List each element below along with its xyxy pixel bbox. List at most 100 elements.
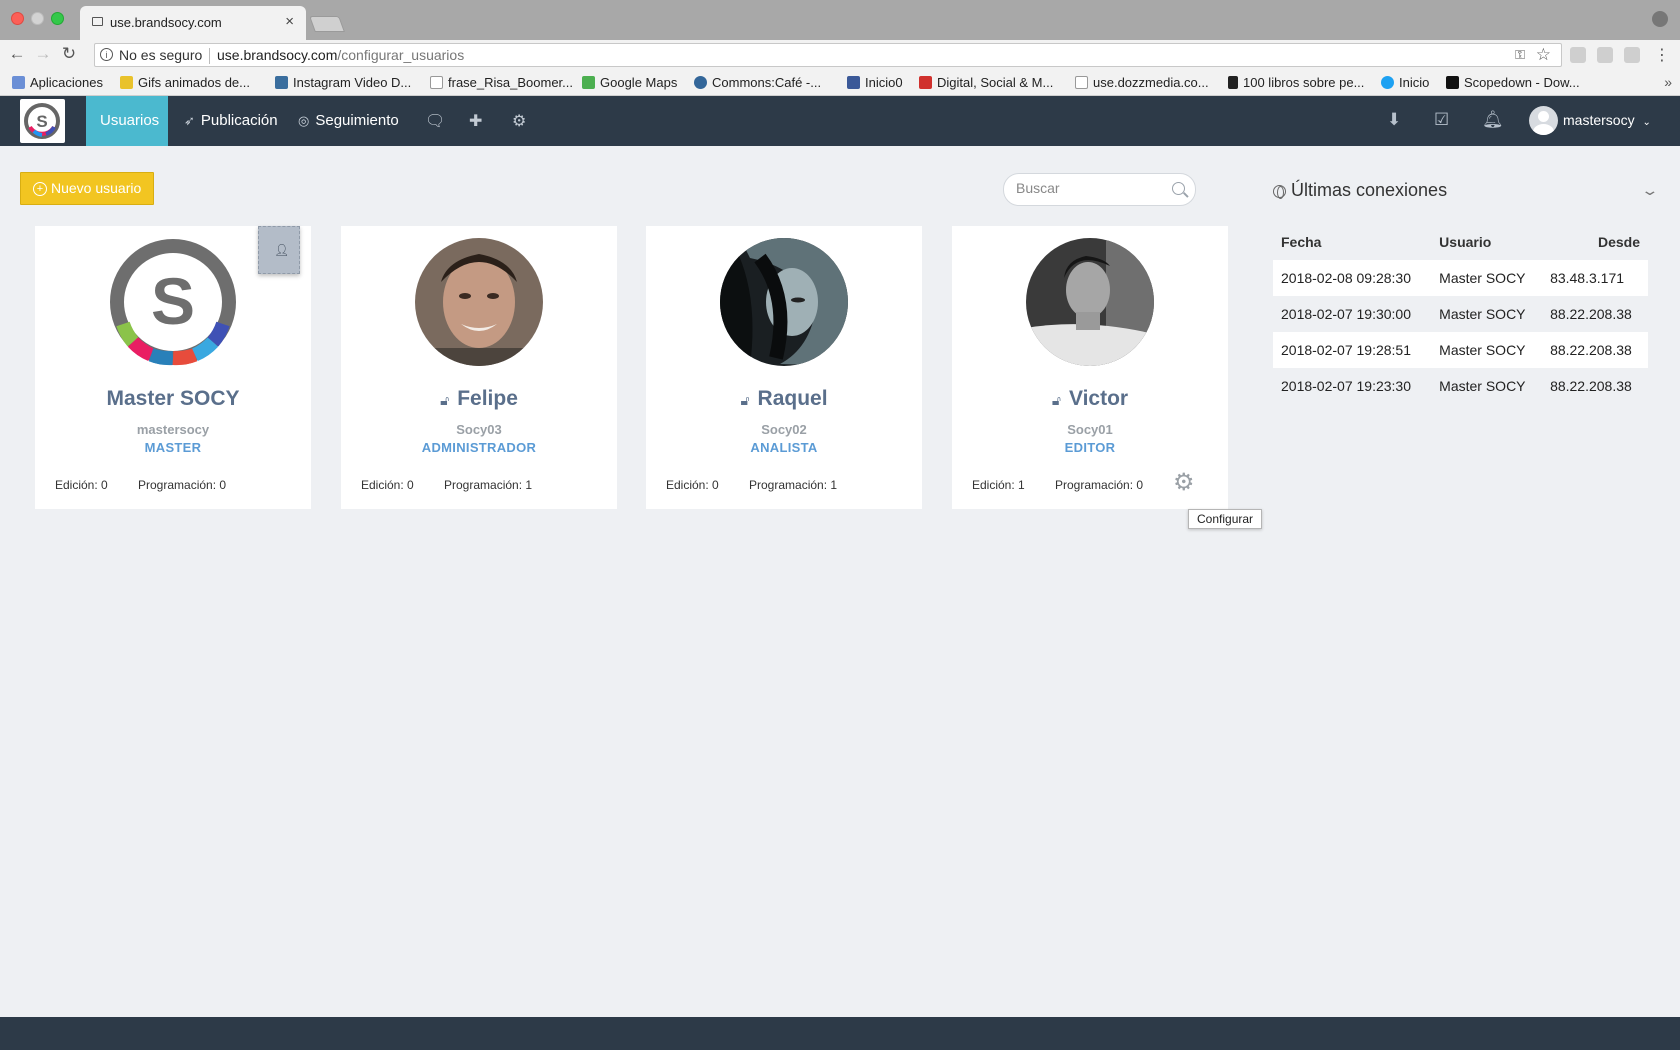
cell-desde: 88.22.208.38 <box>1542 296 1648 332</box>
browser-menu-icon[interactable]: ⋮ <box>1654 45 1670 65</box>
gear-icon[interactable]: ⚙ <box>1173 471 1195 495</box>
window-minimize-button[interactable] <box>31 12 44 25</box>
download-icon[interactable]: ⬇ <box>1387 110 1401 130</box>
back-arrow-icon[interactable]: ← <box>7 44 27 64</box>
extension-dog-icon[interactable] <box>1597 47 1613 63</box>
bookmark-google-maps[interactable]: Google Maps <box>582 75 677 90</box>
bookmark-label: 100 libros sobre pe... <box>1243 75 1365 90</box>
tab-close-icon[interactable]: × <box>285 13 294 30</box>
scopedown-icon <box>1446 76 1459 89</box>
user-login: mastersocy <box>136 422 210 437</box>
column-header-usuario[interactable]: Usuario <box>1431 224 1542 260</box>
bookmark-label: Aplicaciones <box>30 75 103 90</box>
unlock-icon: 🔓︎ <box>1051 392 1061 408</box>
tab-title: use.brandsocy.com <box>110 15 222 30</box>
user-login: Socy02 <box>761 422 807 437</box>
window-close-button[interactable] <box>11 12 24 25</box>
column-header-fecha[interactable]: Fecha <box>1273 224 1431 260</box>
column-header-desde[interactable]: Desde <box>1542 224 1648 260</box>
user-name-text: Felipe <box>457 387 518 410</box>
chevron-down-icon[interactable]: ⌄ <box>1640 182 1659 199</box>
page-icon <box>1075 76 1088 89</box>
extension-cloud-icon[interactable] <box>1570 47 1586 63</box>
reload-icon[interactable]: ↻ <box>59 44 79 64</box>
chat-icon[interactable]: 🗨 <box>425 111 445 131</box>
key-icon[interactable]: ⚿ <box>1515 47 1525 63</box>
edicion-count: Edición: 0 <box>666 478 719 492</box>
cell-fecha: 2018-02-08 09:28:30 <box>1273 260 1432 296</box>
user-name-text: Raquel <box>757 387 828 410</box>
browser-tab-bar: use.brandsocy.com × <box>0 0 1680 40</box>
cell-usuario: Master SOCY <box>1431 260 1543 296</box>
address-bar[interactable]: i No es seguro use.brandsocy.com/configu… <box>94 43 1562 67</box>
cell-desde: 88.22.208.38 <box>1542 332 1648 368</box>
facebook-icon <box>847 76 860 89</box>
new-tab-button[interactable] <box>309 16 345 32</box>
user-card-raquel[interactable]: 🔓︎ Raquel Socy02 ANALISTA Edición: 0 Prog… <box>646 226 922 509</box>
user-menu[interactable]: mastersocy ⌄ <box>1563 112 1651 128</box>
bookmark-facebook[interactable]: Inicio0 <box>847 75 903 90</box>
bookmark-apps[interactable]: Aplicaciones <box>12 75 103 90</box>
user-card-felipe[interactable]: 🔓︎ Felipe Socy03 ADMINISTRADOR Edición: 0… <box>341 226 617 509</box>
medium-icon <box>1228 76 1238 89</box>
felipe-photo <box>415 238 543 366</box>
user-name: 🔓︎ Felipe <box>341 387 617 411</box>
nav-tab-publicacion[interactable]: ➶ Publicación <box>170 96 292 146</box>
twitter-icon <box>1381 76 1394 89</box>
user-name: Master SOCY <box>106 387 240 410</box>
bookmark-digital-social[interactable]: Digital, Social & M... <box>919 75 1053 90</box>
new-user-label: Nuevo usuario <box>51 180 142 196</box>
bookmark-frase[interactable]: frase_Risa_Boomer... <box>430 75 573 90</box>
unlock-icon: 🔓︎ <box>740 392 750 408</box>
window-maximize-button[interactable] <box>51 12 64 25</box>
bookmark-dozzmedia[interactable]: use.dozzmedia.co... <box>1075 75 1209 90</box>
chevron-down-icon: ⌄ <box>1642 117 1651 128</box>
bookmark-instagram[interactable]: Instagram Video D... <box>275 75 411 90</box>
plus-icon[interactable]: ✚ <box>469 111 482 131</box>
user-card-master[interactable]: S 👤︎ Master SOCY mastersocy MASTER Edici… <box>35 226 311 509</box>
new-user-button[interactable]: + Nuevo usuario <box>20 172 154 205</box>
cell-usuario: Master SOCY <box>1431 368 1543 404</box>
user-name: 🔓︎ Raquel <box>646 387 922 411</box>
user-login: Socy03 <box>456 422 502 437</box>
rocket-icon: ➶ <box>184 113 195 128</box>
bookmark-scopedown[interactable]: Scopedown - Dow... <box>1446 75 1580 90</box>
bookmark-libros[interactable]: 100 libros sobre pe... <box>1228 75 1364 90</box>
cell-desde: 83.48.3.171 <box>1542 260 1648 296</box>
bookmark-commons[interactable]: Commons:Café -... <box>694 75 821 90</box>
profile-icon[interactable] <box>1652 11 1668 27</box>
nav-tab-usuarios[interactable]: Usuarios <box>86 96 168 146</box>
edicion-count: Edición: 1 <box>972 478 1025 492</box>
table-header-row: Fecha Usuario Desde <box>1273 224 1648 260</box>
user-role: EDITOR <box>1064 440 1116 455</box>
url-text[interactable]: use.brandsocy.com/configurar_usuarios <box>217 47 464 63</box>
bookmark-label: use.dozzmedia.co... <box>1093 75 1209 90</box>
nav-label: Seguimiento <box>315 112 399 129</box>
gear-icon[interactable]: ⚙ <box>512 111 526 131</box>
search-input[interactable] <box>1016 180 1166 196</box>
search-icon[interactable] <box>1172 182 1185 195</box>
bookmark-label: Google Maps <box>600 75 678 90</box>
browser-tab[interactable]: use.brandsocy.com × <box>80 6 306 40</box>
table-row: 2018-02-07 19:23:30 Master SOCY 88.22.20… <box>1273 368 1648 404</box>
user-avatar[interactable] <box>1529 106 1558 135</box>
extension-c-icon[interactable] <box>1624 47 1640 63</box>
nav-tab-seguimiento[interactable]: ◎ Seguimiento <box>284 96 413 146</box>
checkbox-icon[interactable]: ☑ <box>1434 110 1449 130</box>
bookmark-label: Inicio0 <box>865 75 903 90</box>
panel-title: Últimas conexiones <box>1272 180 1447 201</box>
table-row: 2018-02-07 19:28:51 Master SOCY 88.22.20… <box>1273 332 1648 368</box>
user-login: Socy01 <box>1067 422 1113 437</box>
bookmark-twitter[interactable]: Inicio <box>1381 75 1429 90</box>
app-logo[interactable]: S <box>20 99 65 143</box>
bell-icon[interactable]: 🔔︎ <box>1482 110 1504 130</box>
profile-tag[interactable]: 👤︎ <box>258 226 300 274</box>
chevron-right-double-icon[interactable]: » <box>1664 74 1672 90</box>
forward-arrow-icon[interactable]: → <box>33 44 53 64</box>
instagram-icon <box>275 76 288 89</box>
info-icon[interactable]: i <box>100 48 113 61</box>
security-status: No es seguro <box>119 47 203 63</box>
bookmark-gifs[interactable]: Gifs animados de... <box>120 75 250 90</box>
bookmark-star-icon[interactable]: ☆ <box>1536 45 1551 65</box>
user-card-victor[interactable]: 🔓︎ Victor Socy01 EDITOR Edición: 1 Progra… <box>952 226 1228 509</box>
